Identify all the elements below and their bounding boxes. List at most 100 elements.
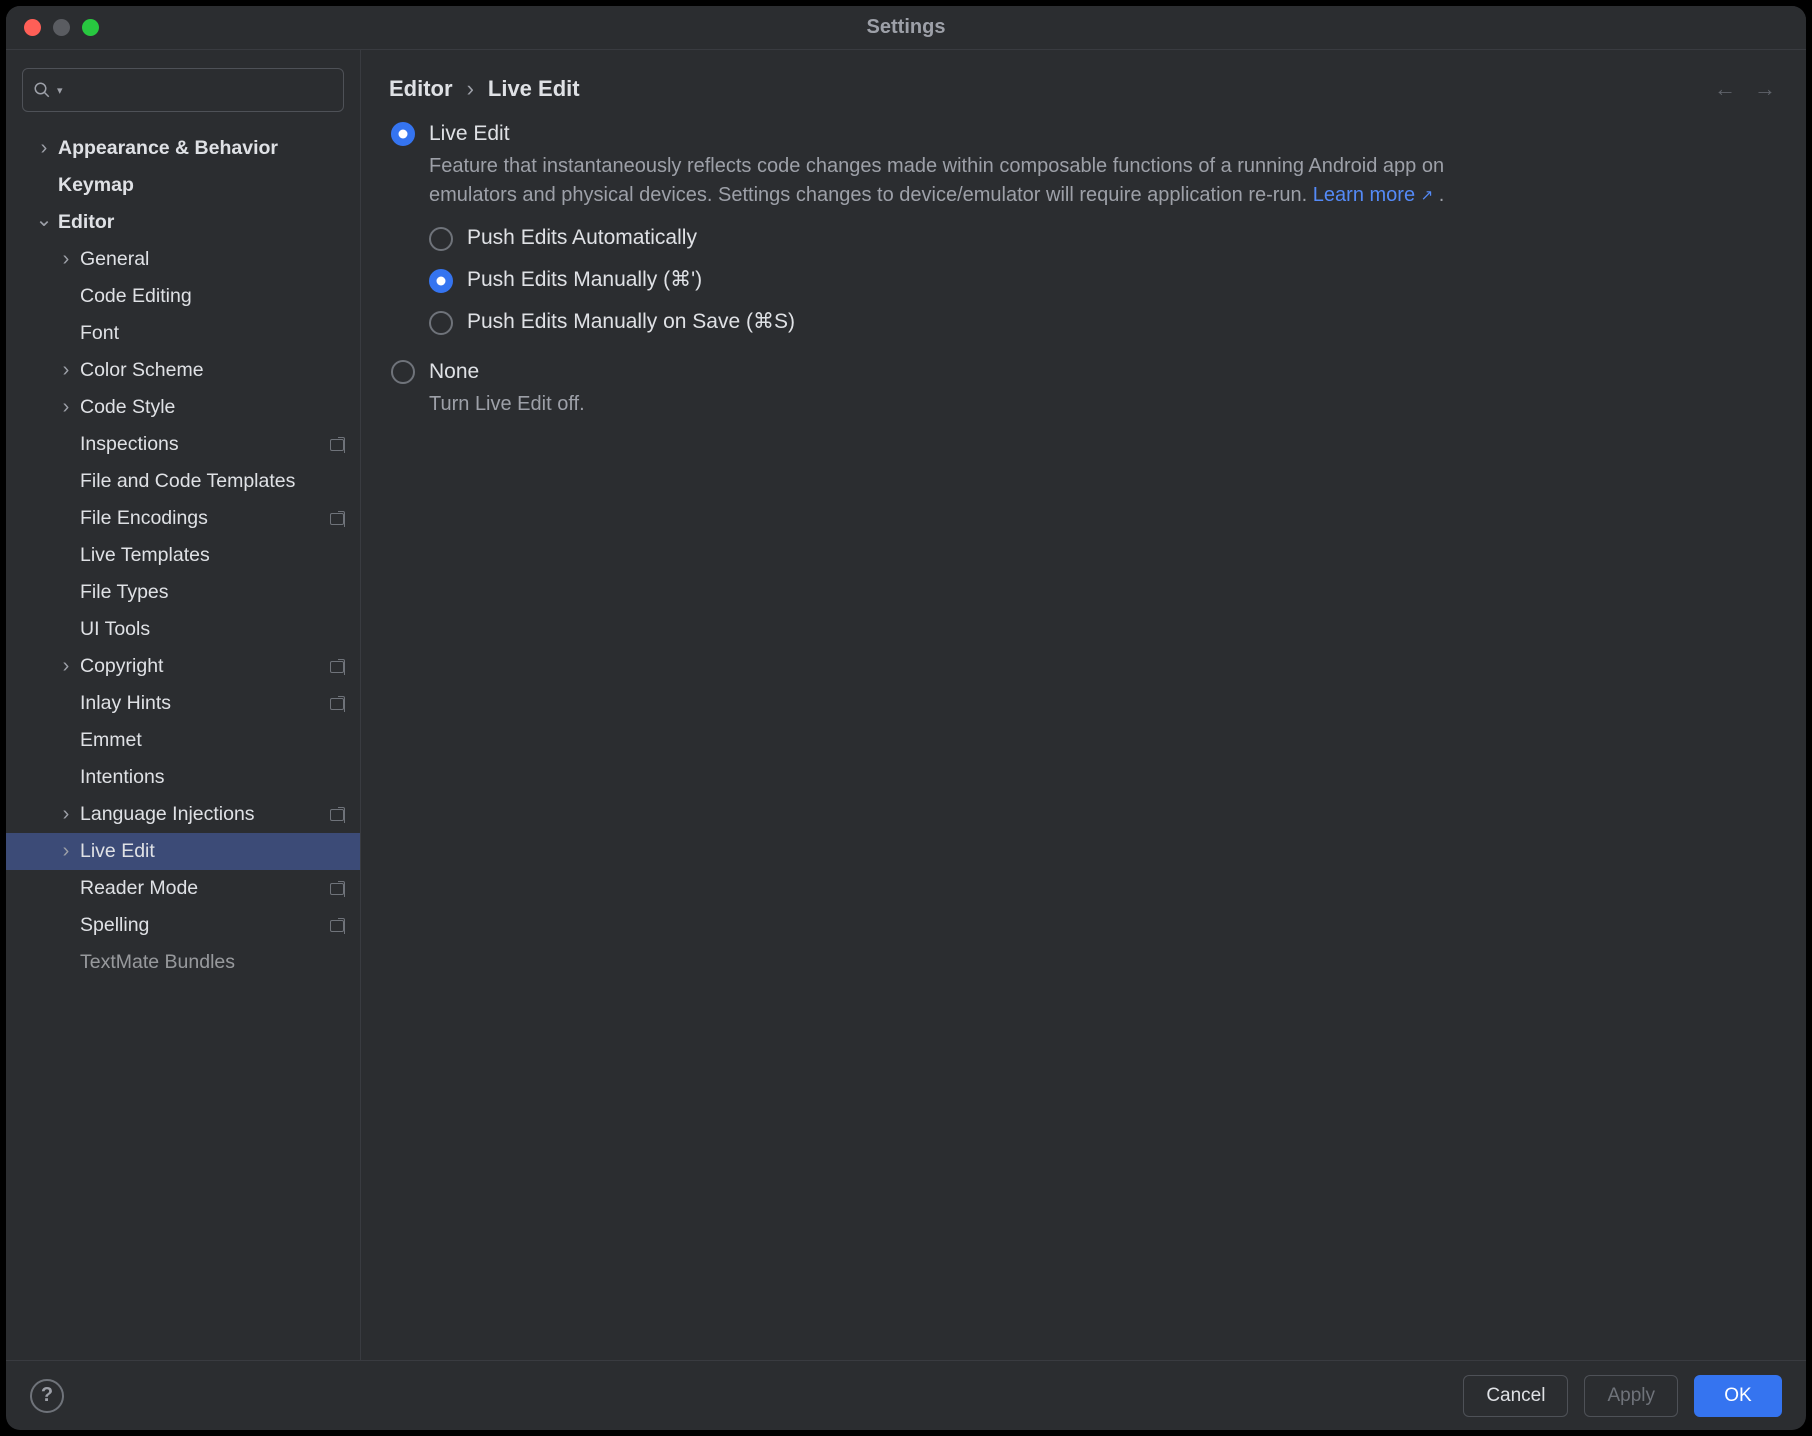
search-box[interactable]: ▾: [22, 68, 344, 112]
chevron-right-icon[interactable]: ›: [56, 248, 76, 271]
sidebar-item-textmate-bundles[interactable]: TextMate Bundles: [6, 944, 360, 981]
breadcrumb-separator-icon: ›: [467, 76, 474, 102]
sidebar-item-spelling[interactable]: Spelling: [6, 907, 360, 944]
sidebar-item-label: Inlay Hints: [76, 692, 330, 715]
ok-button[interactable]: OK: [1694, 1375, 1782, 1417]
sidebar-item-label: General: [76, 248, 348, 271]
chevron-right-icon[interactable]: ›: [56, 359, 76, 382]
sidebar-item-reader-mode[interactable]: Reader Mode: [6, 870, 360, 907]
chevron-right-icon[interactable]: ›: [56, 840, 76, 863]
external-link-icon: ↗: [1421, 187, 1434, 204]
scheme-badge-icon: [330, 698, 344, 710]
sidebar-item-file-encodings[interactable]: File Encodings: [6, 500, 360, 537]
chevron-down-icon[interactable]: ⌄: [34, 207, 54, 232]
sidebar-item-intentions[interactable]: Intentions: [6, 759, 360, 796]
breadcrumb-parent[interactable]: Editor: [389, 76, 453, 102]
sidebar-item-file-and-code-templates[interactable]: File and Code Templates: [6, 463, 360, 500]
sidebar-item-label: Emmet: [76, 729, 348, 752]
scheme-badge-icon: [330, 439, 344, 451]
push-mode-label: Push Edits Automatically: [467, 224, 697, 252]
scheme-badge-icon: [330, 661, 344, 673]
sidebar-item-general[interactable]: ›General: [6, 241, 360, 278]
option-live-edit-title: Live Edit: [429, 120, 1529, 148]
sidebar-item-editor[interactable]: ⌄Editor: [6, 204, 360, 241]
sidebar-item-code-style[interactable]: ›Code Style: [6, 389, 360, 426]
breadcrumb-current: Live Edit: [488, 76, 580, 102]
settings-window: Settings ▾ ›Appearance & BehaviorKeymap⌄…: [6, 6, 1806, 1430]
option-none-title: None: [429, 358, 585, 386]
sidebar-item-label: Font: [76, 322, 348, 345]
scheme-badge-icon: [330, 883, 344, 895]
titlebar: Settings: [6, 6, 1806, 50]
sidebar-item-code-editing[interactable]: Code Editing: [6, 278, 360, 315]
apply-button[interactable]: Apply: [1584, 1375, 1678, 1417]
main: Editor › Live Edit ← → Live Edit Featu: [361, 50, 1806, 1360]
close-window-button[interactable]: [24, 19, 41, 36]
sidebar-item-appearance-behavior[interactable]: ›Appearance & Behavior: [6, 130, 360, 167]
radio-live-edit[interactable]: [391, 122, 415, 146]
sidebar-item-copyright[interactable]: ›Copyright: [6, 648, 360, 685]
scheme-badge-icon: [330, 513, 344, 525]
sidebar-item-keymap[interactable]: Keymap: [6, 167, 360, 204]
sidebar-item-label: Color Scheme: [76, 359, 348, 382]
sidebar-item-inspections[interactable]: Inspections: [6, 426, 360, 463]
option-live-edit-desc-text: Feature that instantaneously reflects co…: [429, 155, 1444, 206]
chevron-right-icon[interactable]: ›: [56, 655, 76, 678]
minimize-window-button[interactable]: [53, 19, 70, 36]
scheme-badge-icon: [330, 920, 344, 932]
search-icon: [33, 81, 51, 99]
push-mode-option[interactable]: Push Edits Automatically: [429, 224, 1776, 252]
option-none[interactable]: None Turn Live Edit off.: [391, 358, 1776, 419]
radio-push-mode[interactable]: [429, 311, 453, 335]
sidebar-item-label: File Encodings: [76, 507, 330, 530]
maximize-window-button[interactable]: [82, 19, 99, 36]
sidebar-item-file-types[interactable]: File Types: [6, 574, 360, 611]
sidebar-item-label: Spelling: [76, 914, 330, 937]
search-input[interactable]: [63, 78, 333, 102]
footer: ? Cancel Apply OK: [6, 1360, 1806, 1430]
traffic-lights: [24, 19, 99, 36]
option-live-edit[interactable]: Live Edit Feature that instantaneously r…: [391, 120, 1776, 210]
window-title: Settings: [867, 16, 946, 39]
sidebar-item-inlay-hints[interactable]: Inlay Hints: [6, 685, 360, 722]
sidebar-item-live-edit[interactable]: ›Live Edit: [6, 833, 360, 870]
learn-more-link[interactable]: Learn more ↗: [1313, 184, 1433, 206]
main-header: Editor › Live Edit ← →: [361, 50, 1806, 120]
option-live-edit-desc: Feature that instantaneously reflects co…: [429, 152, 1529, 210]
sidebar-item-label: TextMate Bundles: [76, 951, 348, 974]
radio-push-mode[interactable]: [429, 227, 453, 251]
sidebar-item-emmet[interactable]: Emmet: [6, 722, 360, 759]
nav-forward-icon[interactable]: →: [1754, 76, 1776, 102]
sidebar-item-label: File and Code Templates: [76, 470, 348, 493]
sidebar-item-color-scheme[interactable]: ›Color Scheme: [6, 352, 360, 389]
nav-back-icon[interactable]: ←: [1714, 76, 1736, 102]
help-button[interactable]: ?: [30, 1379, 64, 1413]
radio-push-mode[interactable]: [429, 269, 453, 293]
chevron-right-icon[interactable]: ›: [56, 396, 76, 419]
sidebar-item-label: UI Tools: [76, 618, 348, 641]
push-mode-label: Push Edits Manually (⌘'): [467, 266, 702, 294]
push-mode-option[interactable]: Push Edits Manually (⌘'): [429, 266, 1776, 294]
sidebar: ▾ ›Appearance & BehaviorKeymap⌄Editor›Ge…: [6, 50, 361, 1360]
push-mode-label: Push Edits Manually on Save (⌘S): [467, 308, 795, 336]
sidebar-item-label: Keymap: [54, 174, 348, 197]
sidebar-item-label: Appearance & Behavior: [54, 137, 348, 160]
radio-none[interactable]: [391, 360, 415, 384]
breadcrumb: Editor › Live Edit: [389, 76, 580, 102]
sidebar-item-label: Reader Mode: [76, 877, 330, 900]
sidebar-item-label: Code Editing: [76, 285, 348, 308]
chevron-right-icon[interactable]: ›: [34, 137, 54, 160]
sidebar-item-label: Language Injections: [76, 803, 330, 826]
period: .: [1439, 184, 1445, 206]
sidebar-item-ui-tools[interactable]: UI Tools: [6, 611, 360, 648]
sidebar-item-language-injections[interactable]: ›Language Injections: [6, 796, 360, 833]
sidebar-item-font[interactable]: Font: [6, 315, 360, 352]
settings-tree: ›Appearance & BehaviorKeymap⌄Editor›Gene…: [6, 124, 360, 1360]
sidebar-item-live-templates[interactable]: Live Templates: [6, 537, 360, 574]
push-mode-option[interactable]: Push Edits Manually on Save (⌘S): [429, 308, 1776, 336]
cancel-button[interactable]: Cancel: [1463, 1375, 1568, 1417]
sidebar-item-label: Code Style: [76, 396, 348, 419]
sidebar-item-label: Editor: [54, 211, 348, 234]
body: ▾ ›Appearance & BehaviorKeymap⌄Editor›Ge…: [6, 50, 1806, 1360]
chevron-right-icon[interactable]: ›: [56, 803, 76, 826]
